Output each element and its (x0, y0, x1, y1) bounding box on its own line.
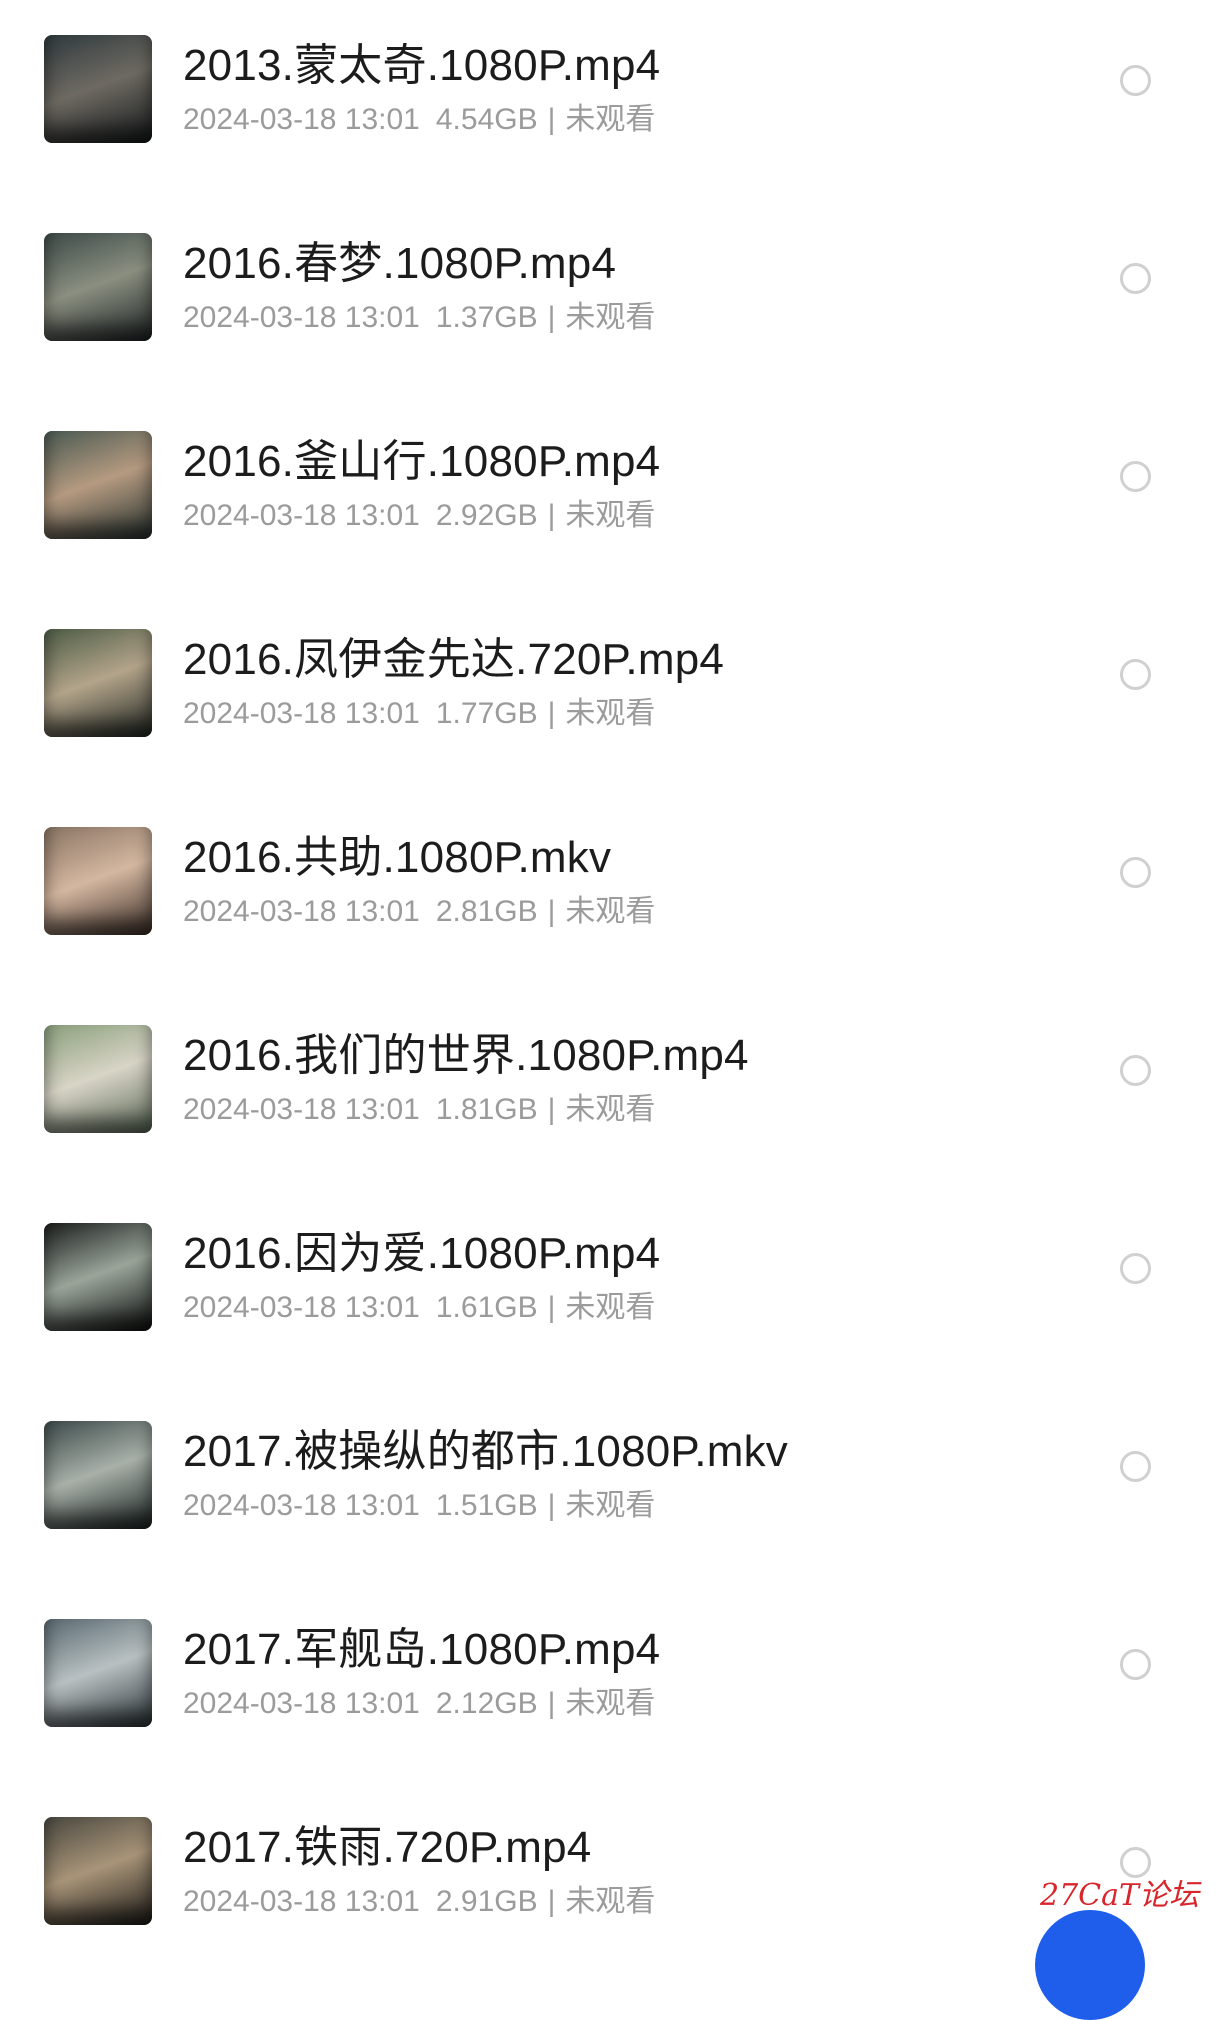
file-date: 2024-03-18 13:01 (183, 697, 420, 730)
file-size: 1.37GB (435, 301, 538, 334)
file-size: 1.51GB (435, 1489, 538, 1522)
file-row[interactable]: 2016.因为爱.1080P.mp4 2024-03-18 13:01 1.61G… (0, 1188, 1220, 1386)
meta-separator: | (547, 499, 556, 532)
watch-status: 未观看 (565, 301, 656, 334)
file-row[interactable]: 2016.共助.1080P.mkv 2024-03-18 13:01 2.81GB… (0, 792, 1220, 990)
video-thumbnail (44, 1025, 152, 1133)
file-date: 2024-03-18 13:01 (183, 895, 420, 928)
file-meta: 2024-03-18 13:01 4.54GB | 未观看 (183, 94, 655, 138)
file-size: 1.81GB (435, 1093, 538, 1126)
file-title: 2016.春梦.1080P.mp4 (183, 239, 617, 288)
meta-separator: | (547, 697, 556, 730)
file-row[interactable]: 2017.被操纵的都市.1080P.mkv 2024-03-18 13:01 1.… (0, 1386, 1220, 1584)
watch-status: 未观看 (565, 499, 656, 532)
file-meta: 2024-03-18 13:01 2.91GB | 未观看 (183, 1876, 655, 1920)
select-radio-icon[interactable] (1120, 1649, 1151, 1680)
file-date: 2024-03-18 13:01 (183, 1291, 420, 1324)
meta-separator: | (547, 1093, 556, 1126)
meta-separator: | (547, 103, 556, 136)
file-title: 2016.我们的世界.1080P.mp4 (183, 1031, 749, 1080)
file-title: 2017.被操纵的都市.1080P.mkv (183, 1427, 788, 1476)
watch-status: 未观看 (565, 1093, 656, 1126)
file-meta: 2024-03-18 13:01 1.61GB | 未观看 (183, 1282, 655, 1326)
video-thumbnail (44, 431, 152, 539)
file-meta: 2024-03-18 13:01 1.81GB | 未观看 (183, 1084, 655, 1128)
watch-status: 未观看 (565, 1687, 656, 1720)
video-thumbnail (44, 1619, 152, 1727)
watch-status: 未观看 (565, 1291, 656, 1324)
select-radio-icon[interactable] (1120, 461, 1151, 492)
meta-separator: | (547, 1291, 556, 1324)
video-thumbnail (44, 1421, 152, 1529)
select-radio-icon[interactable] (1120, 1253, 1151, 1284)
watch-status: 未观看 (565, 1489, 656, 1522)
file-size: 2.92GB (435, 499, 538, 532)
select-radio-icon[interactable] (1120, 659, 1151, 690)
file-date: 2024-03-18 13:01 (183, 103, 420, 136)
file-size: 2.81GB (435, 895, 538, 928)
file-date: 2024-03-18 13:01 (183, 1885, 420, 1918)
watch-status: 未观看 (565, 103, 656, 136)
file-meta: 2024-03-18 13:01 1.77GB | 未观看 (183, 688, 655, 732)
select-radio-icon[interactable] (1120, 65, 1151, 96)
file-title: 2016.共助.1080P.mkv (183, 833, 612, 882)
watch-status: 未观看 (565, 1885, 656, 1918)
select-radio-icon[interactable] (1120, 1055, 1151, 1086)
file-title: 2013.蒙太奇.1080P.mp4 (183, 41, 661, 90)
file-title: 2016.釜山行.1080P.mp4 (183, 437, 661, 486)
file-title: 2017.军舰岛.1080P.mp4 (183, 1625, 661, 1674)
file-size: 4.54GB (435, 103, 538, 136)
watermark-logo: 27CaT论坛 (1040, 1878, 1200, 1913)
video-thumbnail (44, 827, 152, 935)
watch-status: 未观看 (565, 697, 656, 730)
watch-status: 未观看 (565, 895, 656, 928)
file-date: 2024-03-18 13:01 (183, 301, 420, 334)
file-date: 2024-03-18 13:01 (183, 499, 420, 532)
file-size: 2.12GB (435, 1687, 538, 1720)
file-size: 2.91GB (435, 1885, 538, 1918)
select-radio-icon[interactable] (1120, 1451, 1151, 1482)
file-meta: 2024-03-18 13:01 1.37GB | 未观看 (183, 292, 655, 336)
floating-action-button[interactable] (1035, 1910, 1145, 2020)
video-thumbnail (44, 35, 152, 143)
video-thumbnail (44, 629, 152, 737)
select-radio-icon[interactable] (1120, 263, 1151, 294)
file-row[interactable]: 2016.春梦.1080P.mp4 2024-03-18 13:01 1.37GB… (0, 198, 1220, 396)
file-row[interactable]: 2013.蒙太奇.1080P.mp4 2024-03-18 13:01 4.54G… (0, 0, 1220, 198)
file-row[interactable]: 2017.军舰岛.1080P.mp4 2024-03-18 13:01 2.12G… (0, 1584, 1220, 1782)
meta-separator: | (547, 301, 556, 334)
meta-separator: | (547, 1489, 556, 1522)
video-thumbnail (44, 1817, 152, 1925)
file-meta: 2024-03-18 13:01 1.51GB | 未观看 (183, 1480, 655, 1524)
file-date: 2024-03-18 13:01 (183, 1489, 420, 1522)
file-date: 2024-03-18 13:01 (183, 1687, 420, 1720)
file-meta: 2024-03-18 13:01 2.81GB | 未观看 (183, 886, 655, 930)
file-meta: 2024-03-18 13:01 2.92GB | 未观看 (183, 490, 655, 534)
file-row[interactable]: 2016.釜山行.1080P.mp4 2024-03-18 13:01 2.92G… (0, 396, 1220, 594)
meta-separator: | (547, 1687, 556, 1720)
file-title: 2017.铁雨.720P.mp4 (183, 1823, 592, 1872)
file-size: 1.77GB (435, 697, 538, 730)
file-row[interactable]: 2016.凤伊金先达.720P.mp4 2024-03-18 13:01 1.77… (0, 594, 1220, 792)
video-thumbnail (44, 233, 152, 341)
meta-separator: | (547, 895, 556, 928)
file-title: 2016.因为爱.1080P.mp4 (183, 1229, 661, 1278)
select-radio-icon[interactable] (1120, 857, 1151, 888)
file-date: 2024-03-18 13:01 (183, 1093, 420, 1126)
file-row[interactable]: 2016.我们的世界.1080P.mp4 2024-03-18 13:01 1.8… (0, 990, 1220, 1188)
file-title: 2016.凤伊金先达.720P.mp4 (183, 635, 725, 684)
meta-separator: | (547, 1885, 556, 1918)
file-meta: 2024-03-18 13:01 2.12GB | 未观看 (183, 1678, 655, 1722)
file-size: 1.61GB (435, 1291, 538, 1324)
video-thumbnail (44, 1223, 152, 1331)
